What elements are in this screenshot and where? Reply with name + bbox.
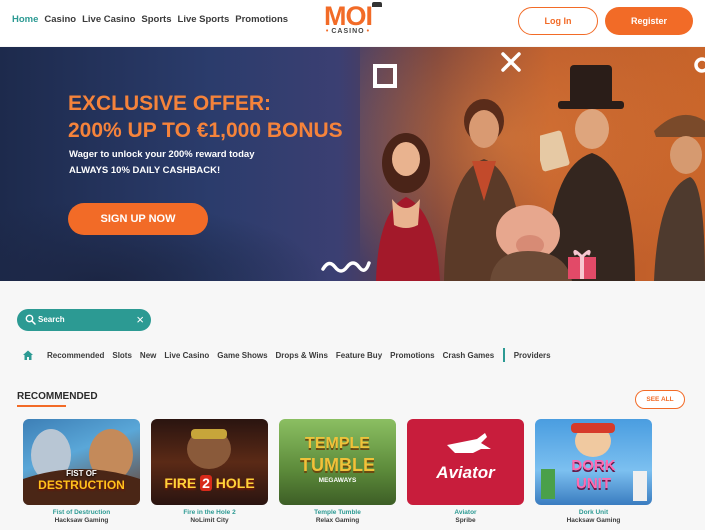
- category-new[interactable]: New: [140, 351, 156, 360]
- logo-hat-icon: [372, 2, 382, 7]
- nav-home[interactable]: Home: [12, 14, 38, 25]
- category-promotions[interactable]: Promotions: [390, 351, 434, 360]
- providers-link[interactable]: Providers: [514, 351, 551, 360]
- category-game-shows[interactable]: Game Shows: [217, 351, 267, 360]
- category-live-casino[interactable]: Live Casino: [164, 351, 209, 360]
- nav-promotions[interactable]: Promotions: [235, 14, 288, 25]
- game-art-line3: HOLE: [215, 475, 255, 491]
- search-icon: [25, 314, 36, 325]
- see-all-button[interactable]: SEE ALL: [635, 390, 685, 409]
- miner-illustration: [187, 429, 231, 469]
- sign-up-now-button[interactable]: SIGN UP NOW: [68, 203, 208, 235]
- top-header: Home Casino Live Casino Sports Live Spor…: [0, 0, 705, 46]
- circle-shape-icon: [694, 57, 705, 73]
- main-nav: Home Casino Live Casino Sports Live Spor…: [12, 14, 288, 25]
- login-button[interactable]: Log In: [518, 7, 598, 35]
- game-art-line2: 2: [200, 475, 212, 491]
- search-placeholder: Search: [38, 315, 65, 324]
- game-thumbnail[interactable]: Aviator: [407, 419, 524, 505]
- hero-title-line2: 200% UP TO €1,000 BONUS: [68, 119, 343, 142]
- game-title[interactable]: Fire in the Hole 2: [151, 509, 268, 516]
- hero-banner: EXCLUSIVE OFFER: 200% UP TO €1,000 BONUS…: [0, 47, 705, 281]
- hero-subtitle-line1: Wager to unlock your 200% reward today: [69, 149, 255, 160]
- game-thumbnail[interactable]: TEMPLE TUMBLE MEGAWAYS: [279, 419, 396, 505]
- nav-live-sports[interactable]: Live Sports: [178, 14, 230, 25]
- search-bar[interactable]: Search ×: [17, 309, 151, 331]
- game-thumbnail[interactable]: DORK UNIT: [535, 419, 652, 505]
- hero-subtitle-line2: ALWAYS 10% DAILY CASHBACK!: [69, 165, 221, 176]
- nav-sports[interactable]: Sports: [141, 14, 171, 25]
- game-art-line2: DESTRUCTION: [38, 478, 125, 492]
- game-art-line1: DORK: [571, 457, 616, 474]
- game-art-line1: TEMPLE: [305, 435, 370, 452]
- home-icon[interactable]: [22, 349, 34, 361]
- game-card-fire-in-the-hole-2[interactable]: FIRE 2 HOLE Fire in the Hole 2 NoLimit C…: [151, 419, 268, 524]
- fighters-illustration: [23, 429, 140, 505]
- category-feature-buy[interactable]: Feature Buy: [336, 351, 382, 360]
- page: Home Casino Live Casino Sports Live Spor…: [0, 0, 705, 530]
- game-provider: Hacksaw Gaming: [566, 517, 621, 524]
- register-button[interactable]: Register: [605, 7, 693, 35]
- game-art-line2: TUMBLE: [300, 455, 375, 475]
- game-provider: Relax Gaming: [315, 517, 360, 524]
- category-nav: Recommended Slots New Live Casino Game S…: [22, 348, 559, 362]
- gift-box-icon: [568, 250, 596, 279]
- game-title[interactable]: Temple Tumble: [279, 509, 396, 516]
- explorer-character-illustration: [654, 114, 705, 281]
- square-shape-icon: [373, 64, 397, 88]
- game-provider: NoLimit City: [190, 517, 229, 524]
- game-provider: Hacksaw Gaming: [54, 517, 109, 524]
- game-card-temple-tumble[interactable]: TEMPLE TUMBLE MEGAWAYS Temple Tumble Rel…: [279, 419, 396, 524]
- category-slots[interactable]: Slots: [112, 351, 132, 360]
- game-provider: Spribe: [455, 517, 476, 524]
- game-title[interactable]: Aviator: [407, 509, 524, 516]
- category-crash-games[interactable]: Crash Games: [443, 351, 495, 360]
- heading-underline: [17, 405, 66, 407]
- game-art-line1: Aviator: [436, 463, 495, 482]
- game-card-aviator[interactable]: Aviator Aviator Spribe: [407, 419, 524, 524]
- game-card-fist-of-destruction[interactable]: FIST OF DESTRUCTION Fist of Destruction …: [23, 419, 140, 524]
- site-logo[interactable]: MOI CASINO: [312, 2, 384, 42]
- category-divider: [503, 348, 505, 362]
- game-title[interactable]: Dork Unit: [535, 509, 652, 516]
- game-art-line3: MEGAWAYS: [318, 477, 357, 484]
- game-art-line2: UNIT: [576, 475, 611, 492]
- category-drops-wins[interactable]: Drops & Wins: [276, 351, 328, 360]
- game-art-line1: FIRE: [164, 475, 197, 491]
- logo-sub-text: CASINO: [312, 28, 384, 35]
- close-icon[interactable]: ×: [136, 312, 144, 327]
- nav-casino[interactable]: Casino: [44, 14, 76, 25]
- nav-live-casino[interactable]: Live Casino: [82, 14, 135, 25]
- game-thumbnail[interactable]: FIRE 2 HOLE: [151, 419, 268, 505]
- recommended-heading: RECOMMENDED: [17, 391, 98, 402]
- game-title[interactable]: Fist of Destruction: [23, 509, 140, 516]
- hero-title-line1: EXCLUSIVE OFFER:: [68, 92, 272, 115]
- plane-icon: [447, 433, 491, 453]
- x-shape-icon: [501, 52, 521, 72]
- game-art-line1: FIST OF: [66, 469, 97, 478]
- category-recommended[interactable]: Recommended: [47, 351, 104, 360]
- game-card-dork-unit[interactable]: DORK UNIT Dork Unit Hacksaw Gaming: [535, 419, 652, 524]
- game-art-logo: FIRE 2 HOLE: [151, 475, 268, 491]
- game-thumbnail[interactable]: FIST OF DESTRUCTION: [23, 419, 140, 505]
